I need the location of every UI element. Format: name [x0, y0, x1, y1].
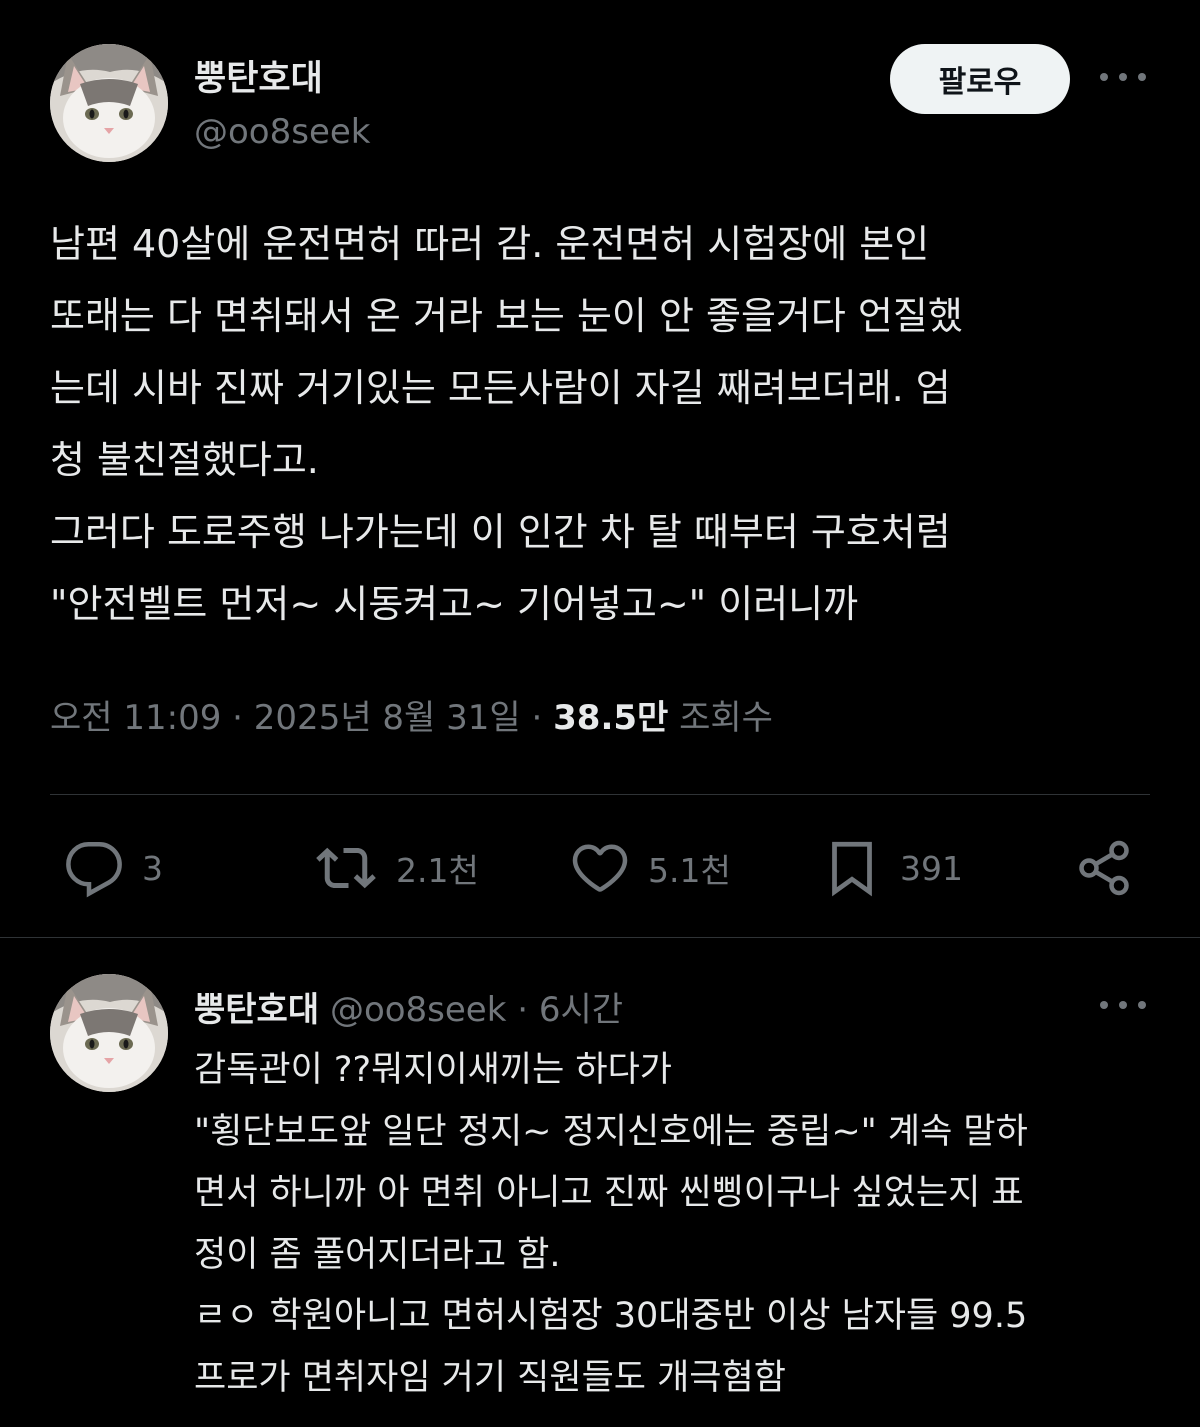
more-icon[interactable]	[1100, 990, 1146, 1020]
reply-text-line: 프로가 면취자임 거기 직원들도 개극혐함	[194, 1357, 786, 1398]
bookmark-icon	[832, 841, 872, 897]
retweet-count: 2.1천	[396, 851, 479, 890]
meta-separator: ·	[232, 698, 243, 738]
follow-button[interactable]: 팔로우	[890, 44, 1070, 114]
bookmark-button[interactable]: 391	[822, 832, 963, 904]
reply-time[interactable]: 6시간	[539, 990, 623, 1030]
tweet-text-line: "안전벨트 먼저~ 시동켜고~ 기어넣고~" 이러니까	[50, 582, 859, 626]
author-handle[interactable]: @oo8seek	[194, 112, 370, 152]
reply-header: 뿡탄호대 @oo8seek · 6시간	[194, 982, 623, 1031]
reply-icon	[66, 842, 122, 898]
reply-author-handle[interactable]: @oo8seek	[330, 990, 506, 1030]
reply-text-line: ㄹㅇ 학원아니고 면허시험장 30대중반 이상 남자들 99.5	[194, 1296, 1028, 1336]
reply-text-line: 면서 하니까 아 면취 아니고 진짜 씬삥이구나 싶었는지 표	[194, 1173, 1024, 1213]
retweet-icon	[316, 847, 376, 889]
tweet-text: 남편 40살에 운전면허 따러 감. 운전면허 시험장에 본인 또래는 다 면취…	[50, 208, 1160, 640]
divider	[0, 937, 1200, 938]
meta-separator: ·	[517, 990, 529, 1030]
reply-count: 3	[142, 848, 163, 888]
reply-text-line: 감독관이 ??뭐지이새끼는 하다가	[194, 1050, 673, 1090]
retweet-button[interactable]: 2.1천	[314, 832, 479, 904]
reply-author-name[interactable]: 뿡탄호대	[194, 990, 319, 1030]
tweet-text-line: 그러다 도로주행 나가는데 이 인간 차 탈 때부터 구호처럼	[50, 510, 951, 554]
action-bar: 3 2.1천 5.1천 391	[0, 832, 1200, 904]
author-avatar[interactable]	[50, 44, 168, 162]
share-icon	[1079, 840, 1129, 896]
more-icon[interactable]	[1100, 62, 1146, 92]
tweet-time[interactable]: 오전 11:09	[50, 698, 221, 738]
views-label: 조회수	[679, 698, 773, 738]
cat-avatar-image	[50, 974, 168, 1092]
reply-text-line: 정이 좀 풀어지더라고 함.	[194, 1234, 561, 1275]
reply-text-line: "횡단보도앞 일단 정지~ 정지신호에는 중립~" 계속 말하	[194, 1111, 1028, 1152]
tweet-text-line: 남편 40살에 운전면허 따러 감. 운전면허 시험장에 본인	[50, 222, 930, 266]
tweet-text-line: 또래는 다 면취돼서 온 거라 보는 눈이 안 좋을거다 언질했	[50, 294, 963, 338]
reply-author-avatar[interactable]	[50, 974, 168, 1092]
tweet-date[interactable]: 2025년 8월 31일	[254, 698, 521, 738]
like-icon	[572, 844, 628, 892]
reply-text: 감독관이 ??뭐지이새끼는 하다가 "횡단보도앞 일단 정지~ 정지신호에는 중…	[194, 1040, 1184, 1409]
share-button[interactable]	[1074, 832, 1134, 904]
tweet-text-line: 청 불친절했다고.	[50, 438, 319, 482]
like-count: 5.1천	[648, 851, 731, 890]
meta-separator: ·	[531, 698, 543, 738]
like-button[interactable]: 5.1천	[570, 832, 731, 904]
tweet-text-line: 는데 시바 진짜 거기있는 모든사람이 자길 째려보더래. 엄	[50, 366, 951, 410]
author-name[interactable]: 뿡탄호대	[194, 50, 323, 101]
bookmark-count: 391	[900, 848, 963, 888]
divider	[50, 794, 1150, 795]
views-count: 38.5만	[553, 698, 669, 738]
cat-avatar-image	[50, 44, 168, 162]
reply-button[interactable]: 3	[64, 832, 163, 904]
tweet-meta: 오전 11:09 · 2025년 8월 31일 · 38.5만 조회수	[50, 690, 773, 739]
